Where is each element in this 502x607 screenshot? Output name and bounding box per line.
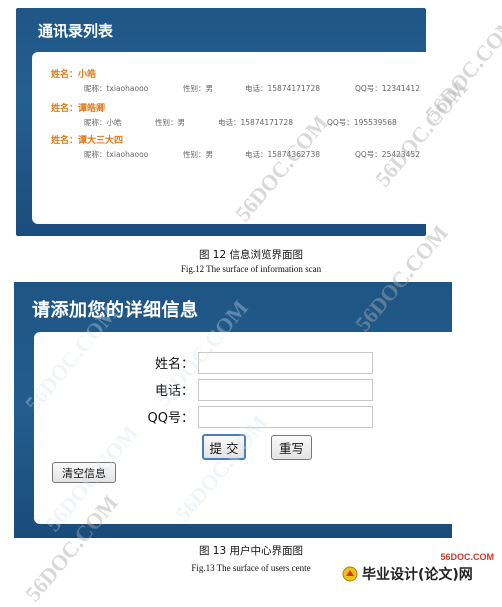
contact-gender: 性别：男 bbox=[183, 84, 213, 93]
contact-list-title: 通讯录列表 bbox=[38, 22, 114, 40]
phone-input[interactable] bbox=[198, 379, 373, 401]
contact-phone: 电话：15874362738 bbox=[245, 150, 320, 159]
contact-qq: QQ号：195539568 bbox=[327, 118, 397, 127]
logo-site-name: 56DOC.COM bbox=[440, 552, 494, 562]
contact-list-panel: 姓名：小皓 昵称：txiaohaooo 性别：男 电话：15874171728 … bbox=[32, 52, 426, 224]
figure-12-caption-en: Fig.12 The surface of information scan bbox=[180, 264, 322, 274]
phone-label: 电话： bbox=[154, 384, 194, 399]
contact-phone: 电话：15874171728 bbox=[218, 118, 293, 127]
logo-brand-text: 毕业设计(论文)网 bbox=[362, 567, 473, 583]
contact-qq: QQ号：12341412 bbox=[355, 84, 420, 93]
clear-info-button[interactable]: 清空信息 bbox=[52, 462, 116, 483]
contact-nickname: 昵称：txiaohaooo bbox=[84, 84, 149, 93]
contact-qq: QQ号：25423452 bbox=[355, 150, 420, 159]
contact-phone: 电话：15874171728 bbox=[245, 84, 320, 93]
reset-button[interactable]: 重写 bbox=[271, 435, 312, 460]
site-logo: 56DOC.COM 毕业设计(论文)网 bbox=[340, 552, 500, 584]
contact-name[interactable]: 姓名：谭皓卿 bbox=[51, 101, 105, 114]
contact-nickname: 昵称：小皓 bbox=[84, 118, 122, 127]
qq-label: QQ号： bbox=[147, 411, 194, 426]
submit-button[interactable]: 提 交 bbox=[202, 434, 246, 460]
watermark: 56DOC.COM bbox=[420, 10, 502, 127]
user-center-title: 请添加您的详细信息 bbox=[32, 300, 199, 321]
logo-icon bbox=[342, 566, 358, 582]
contact-gender: 性别：男 bbox=[183, 150, 213, 159]
user-center-window: 请添加您的详细信息 姓名： 电话： QQ号： 提 交 重写 清空信息 bbox=[14, 282, 452, 538]
name-label: 姓名： bbox=[154, 357, 194, 372]
figure-12-caption-zh: 图 12 信息浏览界面图 bbox=[198, 249, 304, 261]
contact-nickname: 昵称：txiaohaooo bbox=[84, 150, 149, 159]
contact-details: 昵称：小皓 性别：男 电话：15874171728 QQ号：195539568 bbox=[32, 117, 426, 129]
user-form-panel: 姓名： 电话： QQ号： 提 交 重写 清空信息 bbox=[34, 332, 452, 524]
qq-input[interactable] bbox=[198, 406, 373, 428]
contact-details: 昵称：txiaohaooo 性别：男 电话：15874171728 QQ号：12… bbox=[32, 83, 426, 95]
contact-list-window: 通讯录列表 姓名：小皓 昵称：txiaohaooo 性别：男 电话：158741… bbox=[16, 8, 426, 236]
contact-name[interactable]: 姓名：谭大三大四 bbox=[51, 133, 123, 146]
contact-name[interactable]: 姓名：小皓 bbox=[51, 67, 96, 80]
name-input[interactable] bbox=[198, 352, 373, 374]
contact-details: 昵称：txiaohaooo 性别：男 电话：15874362738 QQ号：25… bbox=[32, 149, 426, 161]
contact-gender: 性别：男 bbox=[155, 118, 185, 127]
